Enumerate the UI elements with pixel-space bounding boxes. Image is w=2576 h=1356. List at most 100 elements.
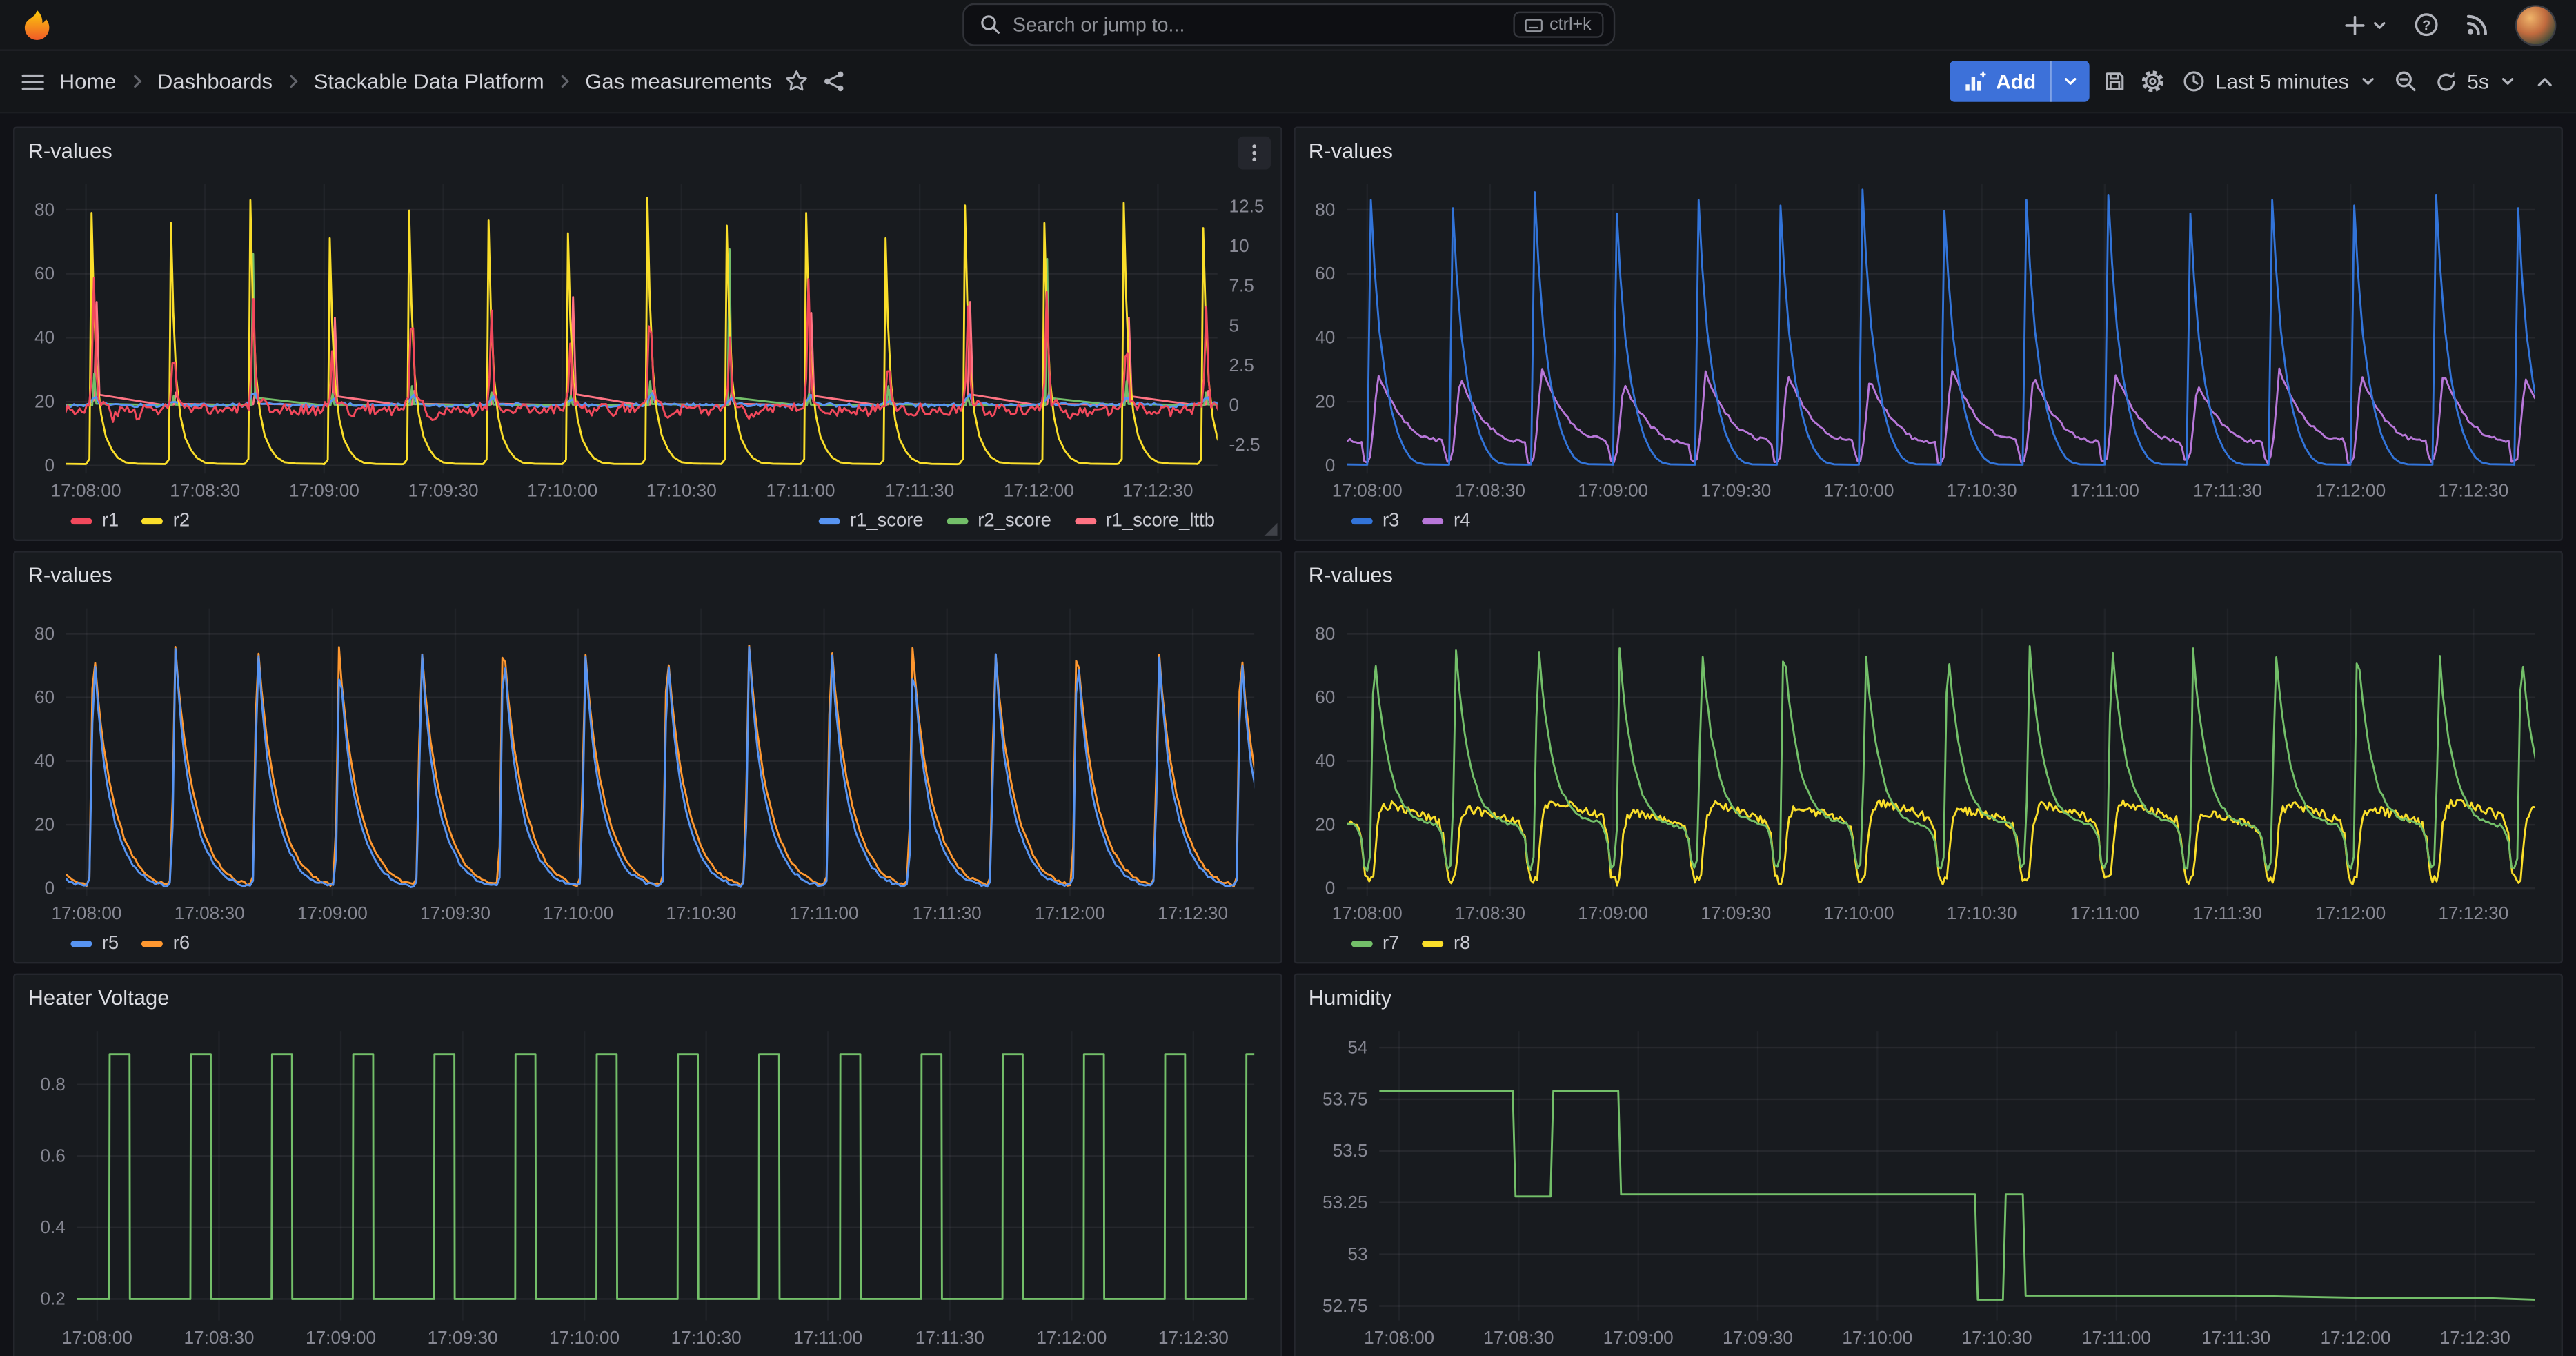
graph-add-icon: [1963, 70, 1986, 92]
svg-text:60: 60: [34, 687, 55, 707]
panel-chart[interactable]: 0.20.40.60.817:08:0017:08:3017:09:0017:0…: [18, 1018, 1277, 1350]
panel-header: R-values: [1296, 553, 2562, 596]
svg-text:17:10:00: 17:10:00: [1823, 480, 1894, 501]
panel-legend: r5 r6: [14, 926, 1280, 962]
favorite-button[interactable]: [785, 69, 810, 94]
svg-text:17:10:00: 17:10:00: [527, 480, 597, 501]
panel-title[interactable]: Heater Voltage: [28, 984, 170, 1009]
legend-item-r1_score_lttb[interactable]: r1_score_lttb: [1074, 511, 1215, 531]
svg-text:17:10:30: 17:10:30: [1962, 1327, 2032, 1348]
svg-text:17:08:00: 17:08:00: [51, 480, 121, 501]
svg-text:40: 40: [34, 750, 55, 771]
legend-item-r1[interactable]: r1: [70, 511, 119, 531]
user-avatar[interactable]: [2515, 4, 2557, 46]
add-dropdown-caret[interactable]: [2049, 61, 2088, 102]
svg-text:17:09:30: 17:09:30: [1701, 480, 1771, 501]
svg-text:10: 10: [1229, 235, 1249, 256]
panel-chart[interactable]: 02040608017:08:0017:08:3017:09:0017:09:3…: [1298, 596, 2557, 926]
svg-text:20: 20: [34, 814, 55, 834]
zoom-out-time-button[interactable]: [2393, 69, 2418, 94]
panel-chart[interactable]: 02040608017:08:0017:08:3017:09:0017:09:3…: [1298, 171, 2557, 503]
panel-chart[interactable]: 02040608017:08:0017:08:3017:09:0017:09:3…: [18, 171, 1277, 503]
svg-text:80: 80: [1315, 199, 1335, 219]
panel-header: R-values: [1296, 128, 2562, 171]
panel-r-values-0: R-values02040608017:08:0017:08:3017:09:0…: [13, 126, 1282, 540]
search-placeholder: Search or jump to...: [1013, 13, 1502, 36]
panel-title[interactable]: R-values: [1309, 137, 1393, 162]
legend-item-r2[interactable]: r2: [141, 511, 190, 531]
svg-text:17:12:00: 17:12:00: [2315, 480, 2386, 501]
chevron-down-icon: [2499, 72, 2517, 90]
svg-text:17:09:00: 17:09:00: [297, 903, 368, 923]
legend-item-r1_score[interactable]: r1_score: [819, 511, 924, 531]
legend-label: r2: [173, 511, 190, 531]
svg-text:0.8: 0.8: [40, 1074, 65, 1094]
collapse-toolbar-button[interactable]: [2533, 70, 2556, 92]
svg-text:17:09:30: 17:09:30: [428, 1327, 498, 1348]
keyboard-icon: [1525, 17, 1543, 32]
svg-text:17:12:30: 17:12:30: [1122, 480, 1193, 501]
legend-label: r1_score: [850, 511, 924, 531]
search-input[interactable]: Search or jump to... ctrl+k: [962, 3, 1614, 46]
top-navigation-bar: Search or jump to... ctrl+k: [0, 0, 2576, 51]
panel-header: R-values: [14, 128, 1280, 171]
legend-item-r3[interactable]: r3: [1351, 511, 1400, 531]
panel-title[interactable]: R-values: [28, 137, 112, 162]
panel-menu-button[interactable]: [1238, 137, 1271, 170]
breadcrumb-folder[interactable]: Stackable Data Platform: [314, 69, 544, 94]
kebab-icon: [1242, 141, 1265, 164]
svg-text:17:12:30: 17:12:30: [1158, 1327, 1229, 1348]
panel-title[interactable]: R-values: [1309, 562, 1393, 587]
svg-text:40: 40: [1315, 750, 1335, 771]
panel-title[interactable]: R-values: [28, 562, 112, 587]
help-icon: ?: [2413, 12, 2439, 38]
legend-swatch: [1423, 941, 1444, 947]
svg-text:20: 20: [1315, 391, 1335, 411]
refresh-button[interactable]: 5s: [2431, 70, 2520, 92]
star-icon: [785, 69, 810, 94]
legend-item-r6[interactable]: r6: [141, 934, 190, 954]
panel-legend: heatervoltage: [14, 1350, 1280, 1356]
breadcrumb-current-dashboard[interactable]: Gas measurements: [585, 69, 771, 94]
panel-title[interactable]: Humidity: [1309, 984, 1392, 1009]
svg-text:17:11:30: 17:11:30: [913, 903, 982, 923]
refresh-icon: [2435, 70, 2457, 92]
add-panel-button[interactable]: Add: [1950, 61, 2089, 102]
grafana-logo-icon[interactable]: [20, 8, 55, 42]
legend-item-r2_score[interactable]: r2_score: [947, 511, 1051, 531]
breadcrumb-separator-icon: [555, 72, 573, 90]
svg-text:17:12:00: 17:12:00: [1004, 480, 1074, 501]
search-shortcut-badge: ctrl+k: [1514, 12, 1603, 38]
panel-legend: r1 r2 r1_score r2_score r1_score_lttb: [14, 503, 1280, 539]
svg-text:20: 20: [1315, 814, 1335, 834]
add-new-button[interactable]: [2343, 12, 2389, 37]
svg-text:17:09:00: 17:09:00: [1603, 1327, 1674, 1348]
menu-toggle-button[interactable]: [20, 68, 46, 95]
chevron-up-icon: [2533, 70, 2556, 92]
save-dashboard-button[interactable]: [2102, 69, 2127, 94]
legend-item-r4[interactable]: r4: [1423, 511, 1471, 531]
legend-label: r1_score_lttb: [1106, 511, 1215, 531]
legend-item-r8[interactable]: r8: [1423, 934, 1471, 954]
legend-item-r5[interactable]: r5: [70, 934, 119, 954]
legend-swatch: [1351, 518, 1373, 524]
help-button[interactable]: ?: [2413, 12, 2439, 38]
breadcrumb-home[interactable]: Home: [59, 69, 117, 94]
panel-chart[interactable]: 52.755353.2553.553.755417:08:0017:08:301…: [1298, 1018, 2557, 1350]
breadcrumb-dashboards[interactable]: Dashboards: [157, 69, 273, 94]
share-button[interactable]: [822, 69, 847, 94]
legend-swatch: [1423, 518, 1444, 524]
panel-chart[interactable]: 02040608017:08:0017:08:3017:09:0017:09:3…: [18, 596, 1277, 926]
breadcrumb-separator-icon: [128, 72, 146, 90]
legend-label: r4: [1454, 511, 1470, 531]
svg-text:80: 80: [34, 199, 55, 219]
svg-text:53.25: 53.25: [1322, 1192, 1368, 1212]
dashboard-settings-button[interactable]: [2139, 69, 2164, 94]
panel-legend: humidity: [1296, 1350, 2562, 1356]
time-range-picker[interactable]: Last 5 minutes: [2177, 69, 2380, 94]
svg-text:17:10:30: 17:10:30: [671, 1327, 742, 1348]
svg-text:17:08:30: 17:08:30: [175, 903, 245, 923]
legend-item-r7[interactable]: r7: [1351, 934, 1400, 954]
svg-text:17:10:30: 17:10:30: [646, 480, 717, 501]
news-button[interactable]: [2464, 12, 2490, 38]
